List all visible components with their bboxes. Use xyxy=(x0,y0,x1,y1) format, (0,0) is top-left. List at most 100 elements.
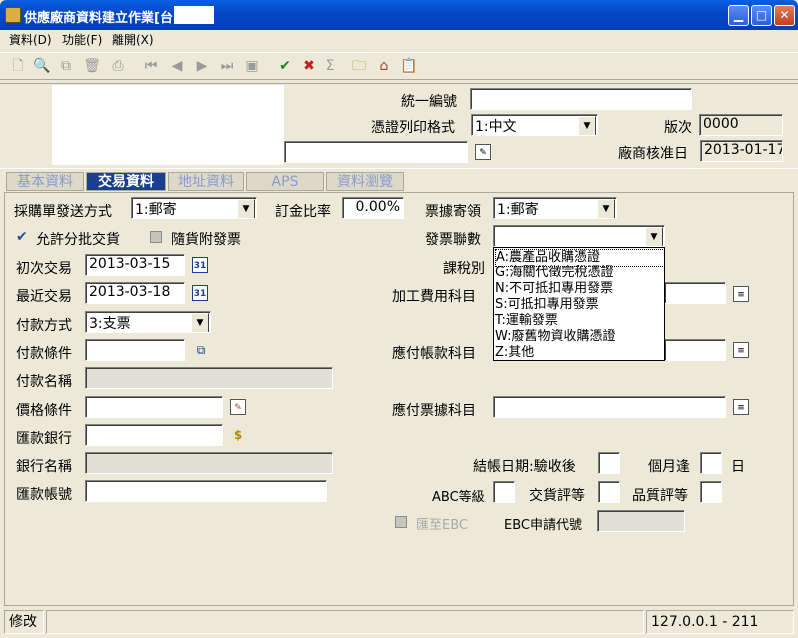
first-trade-input[interactable]: 2013-03-15 xyxy=(85,254,185,276)
folder-icon[interactable]: 🗀 xyxy=(349,56,369,76)
sum-icon[interactable]: Σ xyxy=(320,56,340,76)
abc-input[interactable] xyxy=(493,481,515,503)
menu-exit[interactable]: 離開(X) xyxy=(112,31,154,48)
remit-account-label: 匯款帳號 xyxy=(16,487,72,503)
ebc-code-label: EBC申請代號 xyxy=(504,518,582,533)
confirm-icon[interactable]: ✔ xyxy=(275,56,295,76)
tab-address[interactable]: 地址資料 xyxy=(168,172,244,191)
app-icon xyxy=(5,7,21,23)
tab-aps[interactable]: APS xyxy=(246,172,324,191)
last-trade-input[interactable]: 2013-03-18 xyxy=(85,282,185,304)
abc-label: ABC等級 xyxy=(432,490,485,505)
tab-basic[interactable]: 基本資料 xyxy=(6,172,84,191)
close-button[interactable]: ✕ xyxy=(774,5,795,26)
first-record-icon[interactable]: ⏮ xyxy=(141,56,161,76)
new-icon[interactable]: 🗋 xyxy=(8,56,28,76)
chevron-down-icon: ▼ xyxy=(578,116,596,135)
menu-function[interactable]: 功能(F) xyxy=(62,31,102,48)
edit-note-icon[interactable]: ✎ xyxy=(475,144,491,160)
payment-method-label: 付款方式 xyxy=(16,318,72,334)
version-input[interactable]: 0000 xyxy=(699,114,783,136)
partial-delivery-checkbox[interactable]: ✔ xyxy=(16,229,28,245)
price-terms-label: 價格條件 xyxy=(16,403,72,419)
window-title: 供應廠商資料建立作業[台 亮] xyxy=(24,11,197,26)
list-item[interactable]: N:不可抵扣專用發票 xyxy=(495,281,663,297)
list-item[interactable]: S:可抵扣專用發票 xyxy=(495,297,663,313)
window-icon[interactable]: ⧉ xyxy=(193,342,209,358)
last-record-icon[interactable]: ⏭ xyxy=(217,56,237,76)
remit-bank-input[interactable] xyxy=(85,424,223,446)
print-icon[interactable]: ⎙ xyxy=(108,56,128,76)
ebc-checkbox[interactable] xyxy=(395,516,407,528)
tab-trade[interactable]: 交易資料 xyxy=(86,172,166,191)
next-record-icon[interactable]: ▶ xyxy=(192,56,212,76)
invoice-copies-label: 發票聯數 xyxy=(425,232,481,248)
tab-browse[interactable]: 資料瀏覽 xyxy=(326,172,404,191)
copy-icon[interactable]: ⧉ xyxy=(56,56,76,76)
ebc-label: 匯至EBC xyxy=(416,518,468,533)
po-send-select[interactable]: 1:郵寄 ▼ xyxy=(131,197,257,219)
prev-record-icon[interactable]: ◀ xyxy=(167,56,187,76)
chevron-down-icon: ▼ xyxy=(191,313,209,332)
closing-months-input[interactable] xyxy=(598,452,620,474)
ebc-code-input xyxy=(597,510,685,532)
tax-id-input[interactable] xyxy=(470,88,692,110)
list-item[interactable]: W:廢舊物資收購憑證 xyxy=(495,329,663,345)
status-server: 127.0.0.1 - 211 xyxy=(646,610,794,634)
bank-name-label: 銀行名稱 xyxy=(16,459,72,475)
status-message xyxy=(46,610,644,634)
edit-note-icon[interactable]: ✎ xyxy=(230,399,246,415)
notes-payable-label: 應付票據科目 xyxy=(392,403,476,419)
lookup-icon[interactable]: ≡ xyxy=(733,342,749,358)
payment-method-select[interactable]: 3:支票 ▼ xyxy=(85,311,211,333)
price-terms-input[interactable] xyxy=(85,396,223,418)
delete-icon[interactable]: 🗑 xyxy=(82,56,102,76)
calendar-icon[interactable]: 31 xyxy=(192,285,208,301)
invoice-with-goods-checkbox[interactable] xyxy=(150,231,162,243)
payment-terms-input[interactable] xyxy=(85,339,185,361)
remit-account-input[interactable] xyxy=(85,480,327,502)
payment-name-input xyxy=(85,367,333,389)
invoice-copies-select[interactable]: ▼ xyxy=(493,225,665,247)
query-icon[interactable]: ▣ xyxy=(242,56,262,76)
cancel-icon[interactable]: ✖ xyxy=(299,56,319,76)
notes-payable-input[interactable] xyxy=(493,396,726,418)
header-text-input[interactable] xyxy=(284,141,468,163)
months-label: 個月逢 xyxy=(648,459,690,475)
lookup-icon[interactable]: ≡ xyxy=(733,286,749,302)
deposit-input[interactable]: 0.00% xyxy=(342,197,404,219)
voucher-print-label: 憑證列印格式 xyxy=(371,120,455,136)
processing-fee-input[interactable] xyxy=(664,282,726,304)
payable-account-input[interactable] xyxy=(664,339,726,361)
redacted-area xyxy=(174,6,214,24)
preview-icon[interactable]: 🔍 xyxy=(32,56,52,76)
closing-label: 結帳日期:驗收後 xyxy=(473,459,576,475)
tax-type-label: 課稅別 xyxy=(443,261,485,277)
partial-delivery-label: 允許分批交貨 xyxy=(36,232,120,248)
receipt-mail-select[interactable]: 1:郵寄 ▼ xyxy=(493,197,617,219)
minimize-button[interactable]: ▁ xyxy=(728,5,749,26)
chevron-down-icon: ▼ xyxy=(645,227,663,246)
home-icon[interactable]: ⌂ xyxy=(374,56,394,76)
lookup-icon[interactable]: ≡ xyxy=(733,399,749,415)
menu-data[interactable]: 資料(D) xyxy=(9,31,52,48)
list-item[interactable]: Z:其他 xyxy=(495,345,663,361)
money-bag-icon[interactable]: $ xyxy=(230,427,246,443)
approval-date-label: 廠商核准日 xyxy=(618,146,688,162)
maximize-button[interactable]: □ xyxy=(751,5,772,26)
clipboard-icon[interactable]: 📋 xyxy=(399,56,419,76)
closing-day-input[interactable] xyxy=(700,452,722,474)
list-item[interactable]: G:海關代徵完稅憑證 xyxy=(495,265,663,281)
remit-bank-label: 匯款銀行 xyxy=(16,431,72,447)
calendar-icon[interactable]: 31 xyxy=(192,257,208,273)
payment-terms-label: 付款條件 xyxy=(16,346,72,362)
first-trade-label: 初次交易 xyxy=(16,261,72,277)
delivery-rating-input[interactable] xyxy=(598,481,620,503)
list-item[interactable]: T:運輸發票 xyxy=(495,313,663,329)
quality-rating-input[interactable] xyxy=(700,481,722,503)
voucher-print-select[interactable]: 1:中文 ▼ xyxy=(471,114,598,136)
status-mode: 修改 xyxy=(4,610,44,634)
last-trade-label: 最近交易 xyxy=(16,289,72,305)
invoice-copies-dropdown-list[interactable]: A:農產品收購憑證 G:海關代徵完稅憑證 N:不可抵扣專用發票 S:可抵扣專用發… xyxy=(493,247,665,361)
approval-date-input[interactable]: 2013-01-17 xyxy=(700,140,783,162)
